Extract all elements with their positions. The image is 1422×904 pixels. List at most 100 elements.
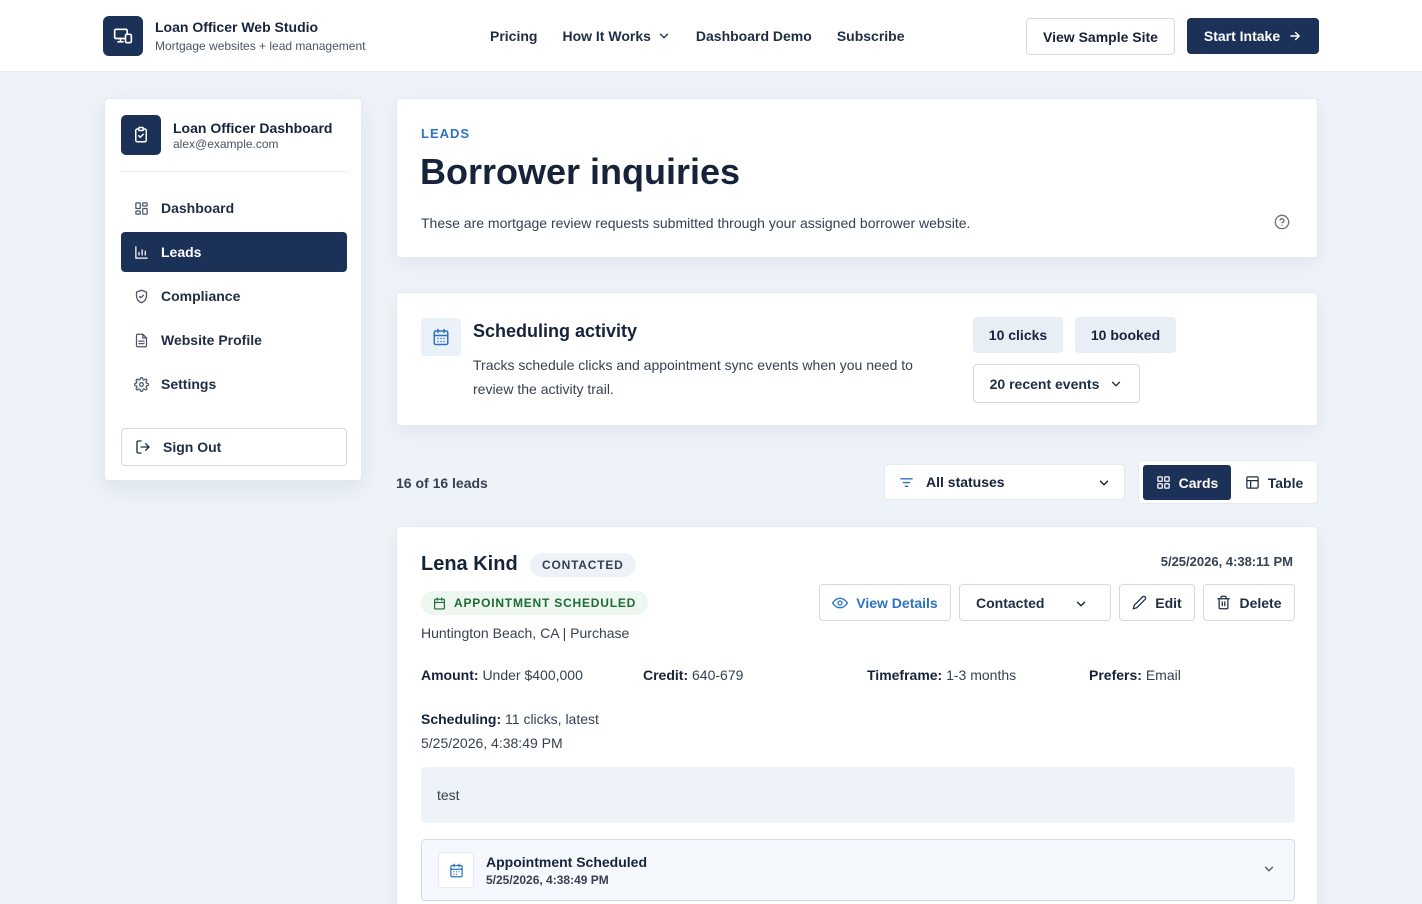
field-credit: Credit: 640-679 <box>643 667 743 683</box>
sidebar-item-dashboard[interactable]: Dashboard <box>121 188 347 228</box>
lead-location: Huntington Beach, CA | Purchase <box>421 625 630 641</box>
edit-label: Edit <box>1155 594 1182 611</box>
lead-count: 16 of 16 leads <box>396 475 488 491</box>
monitor-phone-icon <box>103 16 143 56</box>
clicks-count-badge: 10 clicks <box>973 317 1063 353</box>
nav-subscribe[interactable]: Subscribe <box>837 28 905 44</box>
status-filter-select[interactable]: All statuses <box>884 464 1125 500</box>
sidebar-divider <box>121 171 347 172</box>
document-icon <box>133 332 149 348</box>
grid-icon <box>133 200 149 216</box>
view-details-label: View Details <box>856 594 938 611</box>
lead-notes: test <box>421 767 1295 823</box>
event-title: Appointment Scheduled <box>486 854 647 870</box>
sign-out-label: Sign Out <box>163 439 222 455</box>
gear-icon <box>133 376 149 392</box>
cards-view-button[interactable]: Cards <box>1143 465 1231 500</box>
field-prefers: Prefers: Email <box>1089 667 1181 683</box>
recent-events-label: 20 recent events <box>989 375 1100 392</box>
page-eyebrow: LEADS <box>421 126 471 141</box>
scheduling-title: Scheduling activity <box>473 321 638 341</box>
lead-card: Lena Kind CONTACTED 5/25/2026, 4:38:11 P… <box>396 526 1318 904</box>
chevron-down-icon <box>1099 480 1109 486</box>
delete-label: Delete <box>1239 594 1282 611</box>
field-label: Credit: <box>643 667 689 683</box>
delete-button[interactable]: Delete <box>1203 584 1295 621</box>
field-label: Scheduling: <box>421 711 502 727</box>
nav-how-it-works[interactable]: How It Works <box>562 28 670 44</box>
sign-out-button[interactable]: Sign Out <box>121 428 347 466</box>
sidebar-item-compliance[interactable]: Compliance <box>121 276 347 316</box>
chevron-down-icon <box>1112 381 1121 386</box>
calendar-icon <box>421 318 461 356</box>
lead-status-select[interactable]: Contacted <box>959 584 1111 621</box>
sidebar-item-settings[interactable]: Settings <box>121 364 347 404</box>
bar-chart-icon <box>133 244 149 260</box>
appointment-badge: APPOINTMENT SCHEDULED <box>421 591 649 615</box>
appointment-event-row[interactable]: Appointment Scheduled 5/25/2026, 4:38:49… <box>421 839 1295 901</box>
sidebar-item-label: Dashboard <box>161 200 235 216</box>
sidebar-item-leads[interactable]: Leads <box>121 232 347 272</box>
view-details-button[interactable]: View Details <box>819 584 951 621</box>
start-intake-button[interactable]: Start Intake <box>1187 18 1319 54</box>
view-sample-site-button[interactable]: View Sample Site <box>1026 18 1175 55</box>
field-value: Under $400,000 <box>482 667 583 683</box>
field-label: Prefers: <box>1089 667 1142 683</box>
nav-dashboard-demo[interactable]: Dashboard Demo <box>696 28 812 44</box>
field-timeframe: Timeframe: 1-3 months <box>867 667 1016 683</box>
page-description: These are mortgage review requests submi… <box>421 215 971 231</box>
nav-how-it-works-label: How It Works <box>562 28 651 44</box>
status-badge: CONTACTED <box>530 553 636 577</box>
field-label: Timeframe: <box>867 667 943 683</box>
chevron-down-icon[interactable] <box>1262 862 1276 876</box>
field-value: 640-679 <box>692 667 744 683</box>
chevron-down-icon <box>1076 601 1086 607</box>
pencil-icon <box>1132 595 1147 610</box>
top-navigation: Loan Officer Web Studio Mortgage website… <box>0 0 1422 72</box>
lead-name: Lena Kind <box>421 553 518 575</box>
cards-view-label: Cards <box>1178 474 1219 491</box>
event-time: 5/25/2026, 4:38:49 PM <box>486 873 609 887</box>
table-icon <box>1245 476 1259 489</box>
calendar-icon <box>438 852 474 888</box>
log-out-icon <box>135 439 151 455</box>
booked-count-badge: 10 booked <box>1075 317 1176 353</box>
lead-date: 5/25/2026, 4:38:11 PM <box>1160 554 1293 569</box>
lead-status-value: Contacted <box>976 594 1045 611</box>
brand-subtitle: Mortgage websites + lead management <box>155 39 366 53</box>
arrow-right-icon <box>1290 31 1300 41</box>
field-label: Amount: <box>421 667 479 683</box>
nav-pricing[interactable]: Pricing <box>490 28 537 44</box>
start-intake-label: Start Intake <box>1203 28 1281 44</box>
page-title: Borrower inquiries <box>420 151 741 192</box>
status-filter-value: All statuses <box>926 474 1005 490</box>
sidebar-item-label: Website Profile <box>161 332 262 348</box>
field-scheduling: Scheduling: 11 clicks, latest 5/25/2026,… <box>421 707 661 755</box>
table-view-button[interactable]: Table <box>1235 465 1313 500</box>
grid-icon <box>1156 476 1170 489</box>
view-toggle: Cards Table <box>1138 460 1318 504</box>
calendar-icon <box>434 596 445 610</box>
main-nav: Pricing How It Works Dashboard Demo Subs… <box>490 0 930 72</box>
brand[interactable]: Loan Officer Web Studio Mortgage website… <box>103 16 365 56</box>
sidebar-item-label: Settings <box>161 376 217 392</box>
table-view-label: Table <box>1267 474 1304 491</box>
eye-icon <box>832 597 849 608</box>
sidebar-email: alex@example.com <box>173 136 279 151</box>
scheduling-activity-card: Scheduling activity Tracks schedule clic… <box>396 292 1318 426</box>
sidebar-header: Loan Officer Dashboard alex@example.com <box>121 115 332 155</box>
chevron-down-icon <box>659 33 669 39</box>
sidebar-item-website-profile[interactable]: Website Profile <box>121 320 347 360</box>
shield-icon <box>133 288 149 304</box>
sidebar: Loan Officer Dashboard alex@example.com … <box>104 98 362 481</box>
brand-title: Loan Officer Web Studio <box>155 19 319 35</box>
sidebar-item-label: Compliance <box>161 288 241 304</box>
sidebar-menu: Dashboard Leads Compliance Website Profi… <box>121 188 347 408</box>
help-circle-icon[interactable] <box>1274 214 1290 230</box>
recent-events-dropdown[interactable]: 20 recent events <box>973 364 1140 403</box>
page-header-card: LEADS Borrower inquiries These are mortg… <box>396 98 1318 258</box>
sidebar-item-label: Leads <box>161 244 202 260</box>
edit-button[interactable]: Edit <box>1119 584 1195 621</box>
field-value: 1-3 months <box>946 667 1017 683</box>
field-value: Email <box>1145 667 1181 683</box>
